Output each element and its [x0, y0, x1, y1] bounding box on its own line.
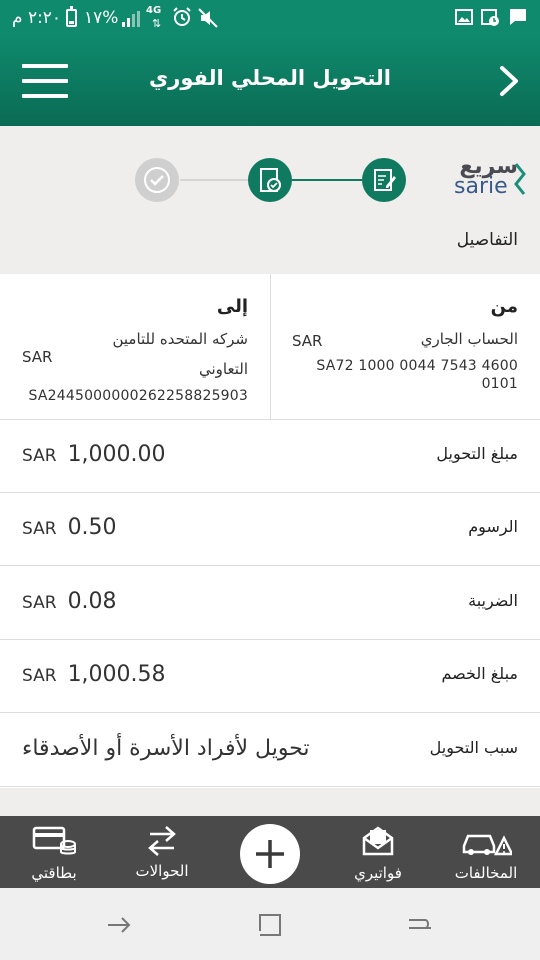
debit-amount-label: مبلغ الخصم: [441, 664, 518, 683]
nav-violations[interactable]: المخالفات: [436, 816, 536, 888]
signal-icon: [122, 11, 140, 27]
from-iban: SA72 1000 0044 7543 4600: [316, 358, 518, 374]
battery-percent: %١٧: [84, 8, 119, 28]
stepper-line-pending: [180, 179, 248, 181]
step-details-edit: [362, 158, 406, 202]
calendar-clock-icon: [481, 9, 499, 26]
nav-my-cards[interactable]: بطاقتي: [4, 816, 104, 888]
stepper-line-done: [292, 179, 362, 181]
forward-arrow-icon[interactable]: [104, 910, 134, 940]
nav-transfers[interactable]: الحوالات: [112, 816, 212, 888]
add-button[interactable]: [240, 824, 300, 884]
edit-document-icon: [374, 169, 396, 191]
amount: 1,000.58: [67, 662, 166, 687]
menu-icon-bar: [22, 94, 68, 98]
nav-my-bills-label: فواتيري: [354, 864, 402, 882]
transfer-parties: من الحساب الجاري SAR SA72 1000 0044 7543…: [0, 274, 540, 420]
logo-mark-icon: [514, 163, 526, 195]
amount: 0.08: [67, 589, 117, 614]
bottom-navigation: بطاقتي الحوالات فواتيري المخالفات: [0, 816, 540, 888]
mute-icon: [198, 8, 218, 28]
from-iban-cont: 0101: [481, 376, 518, 392]
section-title-details: التفاصيل: [456, 230, 518, 250]
transfer-amount-label: مبلغ التحويل: [436, 444, 518, 463]
page-title: التحويل المحلي الفوري: [148, 66, 392, 90]
currency-label: SAR: [22, 519, 57, 539]
message-icon: [510, 9, 526, 25]
network-type: 4G: [146, 5, 162, 16]
app-header: التحويل المحلي الفوري: [0, 36, 540, 126]
gallery-icon: [455, 9, 473, 25]
currency-label: SAR: [22, 446, 57, 466]
row-transfer-reason: سبب التحويل تحويل لأفراد الأسرة أو الأصد…: [0, 714, 540, 787]
amount: 1,000.00: [67, 442, 166, 467]
tax-value: SAR 0.08: [22, 589, 117, 614]
logo-text-en: sarie: [454, 174, 508, 199]
nav-my-bills[interactable]: فواتيري: [328, 816, 428, 888]
to-account-name-cont: التعاوني: [199, 360, 248, 378]
document-check-icon: [260, 168, 281, 192]
battery-icon: [66, 6, 77, 27]
plus-icon: [256, 840, 284, 868]
to-account: إلى شركه المتحده للتامين التعاوني SAR SA…: [0, 274, 270, 420]
tax-label: الضريبة: [468, 591, 518, 610]
fees-label: الرسوم: [468, 517, 518, 536]
from-account: من الحساب الجاري SAR SA72 1000 0044 7543…: [270, 274, 540, 420]
alarm-icon: [173, 7, 191, 26]
from-heading: من: [490, 296, 518, 317]
reason-value: تحويل لأفراد الأسرة أو الأصدقاء: [22, 736, 310, 761]
to-heading: إلى: [216, 296, 248, 317]
recent-apps-icon[interactable]: [255, 910, 285, 940]
cards-coins-icon: [32, 826, 76, 855]
back-gesture-icon[interactable]: [405, 910, 435, 940]
to-iban: SA2445000000262258825903: [28, 388, 248, 404]
row-transfer-amount: مبلغ التحويل SAR 1,000.00: [0, 420, 540, 493]
system-navigation-bar: [0, 888, 540, 960]
debit-amount-value: SAR 1,000.58: [22, 662, 166, 687]
row-fees: الرسوم SAR 0.50: [0, 493, 540, 566]
nav-transfers-label: الحوالات: [135, 862, 189, 880]
to-currency: SAR: [22, 348, 53, 366]
bill-envelope-icon: [362, 826, 394, 856]
back-chevron-icon[interactable]: [496, 64, 524, 98]
stepper-section: سريع sarie التفاصيل: [0, 126, 540, 274]
currency-label: SAR: [22, 666, 57, 686]
car-warning-icon: [462, 834, 512, 856]
sarie-logo: سريع sarie: [450, 154, 532, 202]
check-circle-icon: [144, 167, 170, 193]
status-time: ٢:٢٠ م: [12, 8, 62, 28]
from-currency: SAR: [292, 332, 323, 350]
nav-my-cards-label: بطاقتي: [31, 864, 77, 882]
nav-violations-label: المخالفات: [454, 864, 518, 882]
transfer-arrows-icon: [148, 826, 176, 856]
row-debit-amount: مبلغ الخصم SAR 1,000.58: [0, 640, 540, 713]
reason-label: سبب التحويل: [429, 738, 518, 757]
fees-value: SAR 0.50: [22, 515, 117, 540]
amount: 0.50: [67, 515, 117, 540]
data-arrows-icon: ⇅: [152, 17, 162, 30]
transfer-details-card: من الحساب الجاري SAR SA72 1000 0044 7543…: [0, 274, 540, 788]
currency-label: SAR: [22, 593, 57, 613]
step-confirm: [248, 158, 292, 202]
row-tax: الضريبة SAR 0.08: [0, 567, 540, 640]
status-bar: ٢:٢٠ م %١٧ 4G ⇅: [0, 0, 540, 36]
step-complete: [135, 158, 179, 202]
transfer-amount-value: SAR 1,000.00: [22, 442, 166, 467]
to-account-name: شركه المتحده للتامين: [112, 330, 248, 348]
from-account-name: الحساب الجاري: [420, 330, 518, 348]
